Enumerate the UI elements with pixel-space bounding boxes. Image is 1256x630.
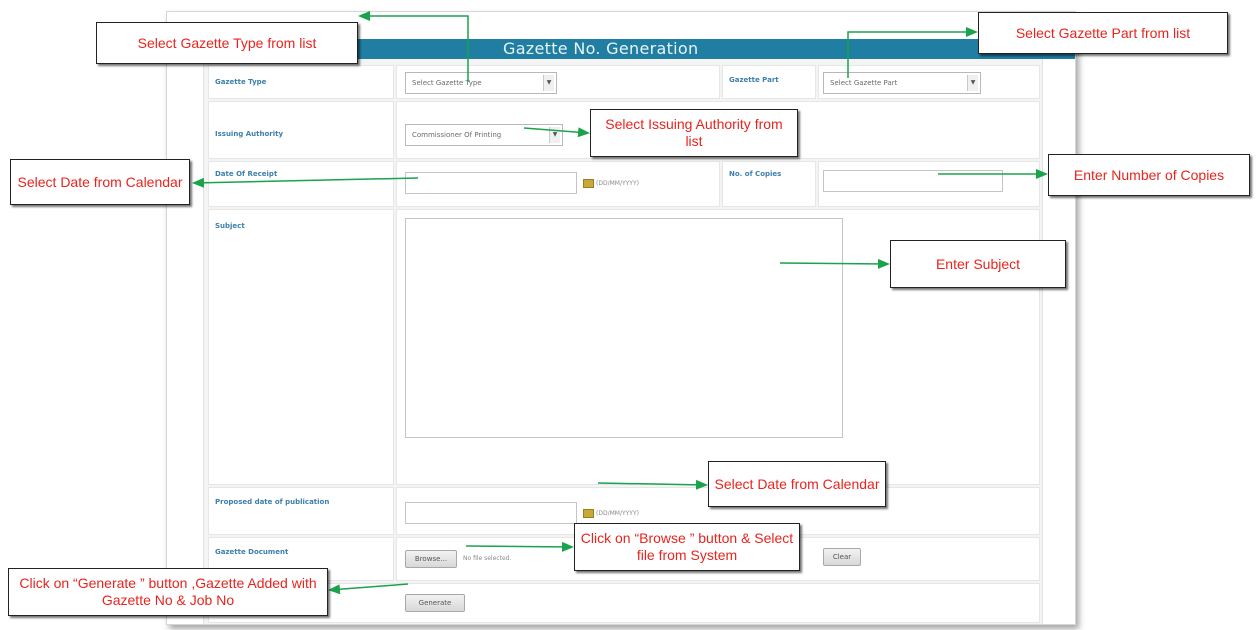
subject-label: Subject (215, 222, 245, 230)
gazette-part-select[interactable]: Select Gazette Part ▼ (823, 72, 981, 94)
issuing-authority-label: Issuing Authority (215, 130, 284, 138)
date-receipt-label-cell: Date Of Receipt (208, 161, 394, 207)
callout-date-receipt: Select Date from Calendar (10, 159, 190, 205)
date-receipt-field-cell: (DD/MM/YYYY) (396, 161, 720, 207)
date-receipt-format: (DD/MM/YYYY) (596, 180, 639, 187)
callout-subject: Enter Subject (890, 240, 1066, 288)
browse-button[interactable]: Browse... (405, 550, 457, 568)
issuing-authority-select[interactable]: Commissioner Of Printing ▼ (405, 124, 563, 146)
calendar-icon[interactable] (583, 509, 594, 518)
chevron-down-icon: ▼ (967, 75, 978, 91)
copies-input[interactable] (823, 170, 1003, 192)
proposed-date-format: (DD/MM/YYYY) (596, 510, 639, 517)
subject-textarea[interactable] (405, 218, 843, 438)
proposed-date-label: Proposed date of publication (215, 498, 330, 506)
clear-button[interactable]: Clear (823, 548, 861, 566)
callout-gazette-part: Select Gazette Part from list (978, 12, 1228, 54)
generate-button[interactable]: Generate (405, 594, 465, 612)
proposed-date-label-cell: Proposed date of publication (208, 487, 394, 535)
calendar-icon[interactable] (583, 179, 594, 188)
gazette-type-select[interactable]: Select Gazette Type ▼ (405, 72, 557, 94)
subject-label-cell: Subject (208, 209, 394, 485)
gazette-part-label-cell: Gazette Part (722, 65, 816, 99)
chevron-down-icon: ▼ (549, 127, 560, 143)
gazette-type-label-cell: Gazette Type (208, 65, 394, 99)
callout-issuing-authority: Select Issuing Authority from list (590, 109, 798, 157)
gazette-document-label: Gazette Document (215, 548, 289, 556)
proposed-date-input[interactable] (405, 502, 577, 524)
file-status: No file selected. (463, 555, 512, 562)
issuing-authority-selected: Commissioner Of Printing (412, 131, 502, 139)
gazette-part-selected: Select Gazette Part (830, 79, 898, 87)
callout-copies: Enter Number of Copies (1048, 154, 1250, 196)
annotated-screenshot: Gazette No. Generation Gazette Type Sele… (0, 0, 1256, 630)
gazette-type-label: Gazette Type (215, 78, 267, 86)
callout-generate: Click on “Generate ” button ,Gazette Add… (8, 568, 328, 616)
copies-label-cell: No. of Copies (722, 161, 816, 207)
gazette-type-selected: Select Gazette Type (412, 79, 482, 87)
date-receipt-input[interactable] (405, 172, 577, 194)
chevron-down-icon: ▼ (543, 75, 554, 91)
copies-label: No. of Copies (729, 170, 782, 178)
callout-date-publication: Select Date from Calendar (708, 461, 886, 507)
gazette-part-field-cell: Select Gazette Part ▼ (818, 65, 1040, 99)
form-title: Gazette No. Generation (503, 39, 699, 58)
generate-row: Generate (208, 583, 1040, 623)
callout-browse: Click on “Browse ” button & Select file … (574, 523, 800, 571)
gazette-part-label: Gazette Part (729, 76, 779, 84)
date-receipt-label: Date Of Receipt (215, 170, 278, 178)
copies-field-cell (818, 161, 1040, 207)
issuing-authority-label-cell: Issuing Authority (208, 101, 394, 159)
callout-gazette-type: Select Gazette Type from list (96, 22, 358, 64)
gazette-type-field-cell: Select Gazette Type ▼ (396, 65, 720, 99)
